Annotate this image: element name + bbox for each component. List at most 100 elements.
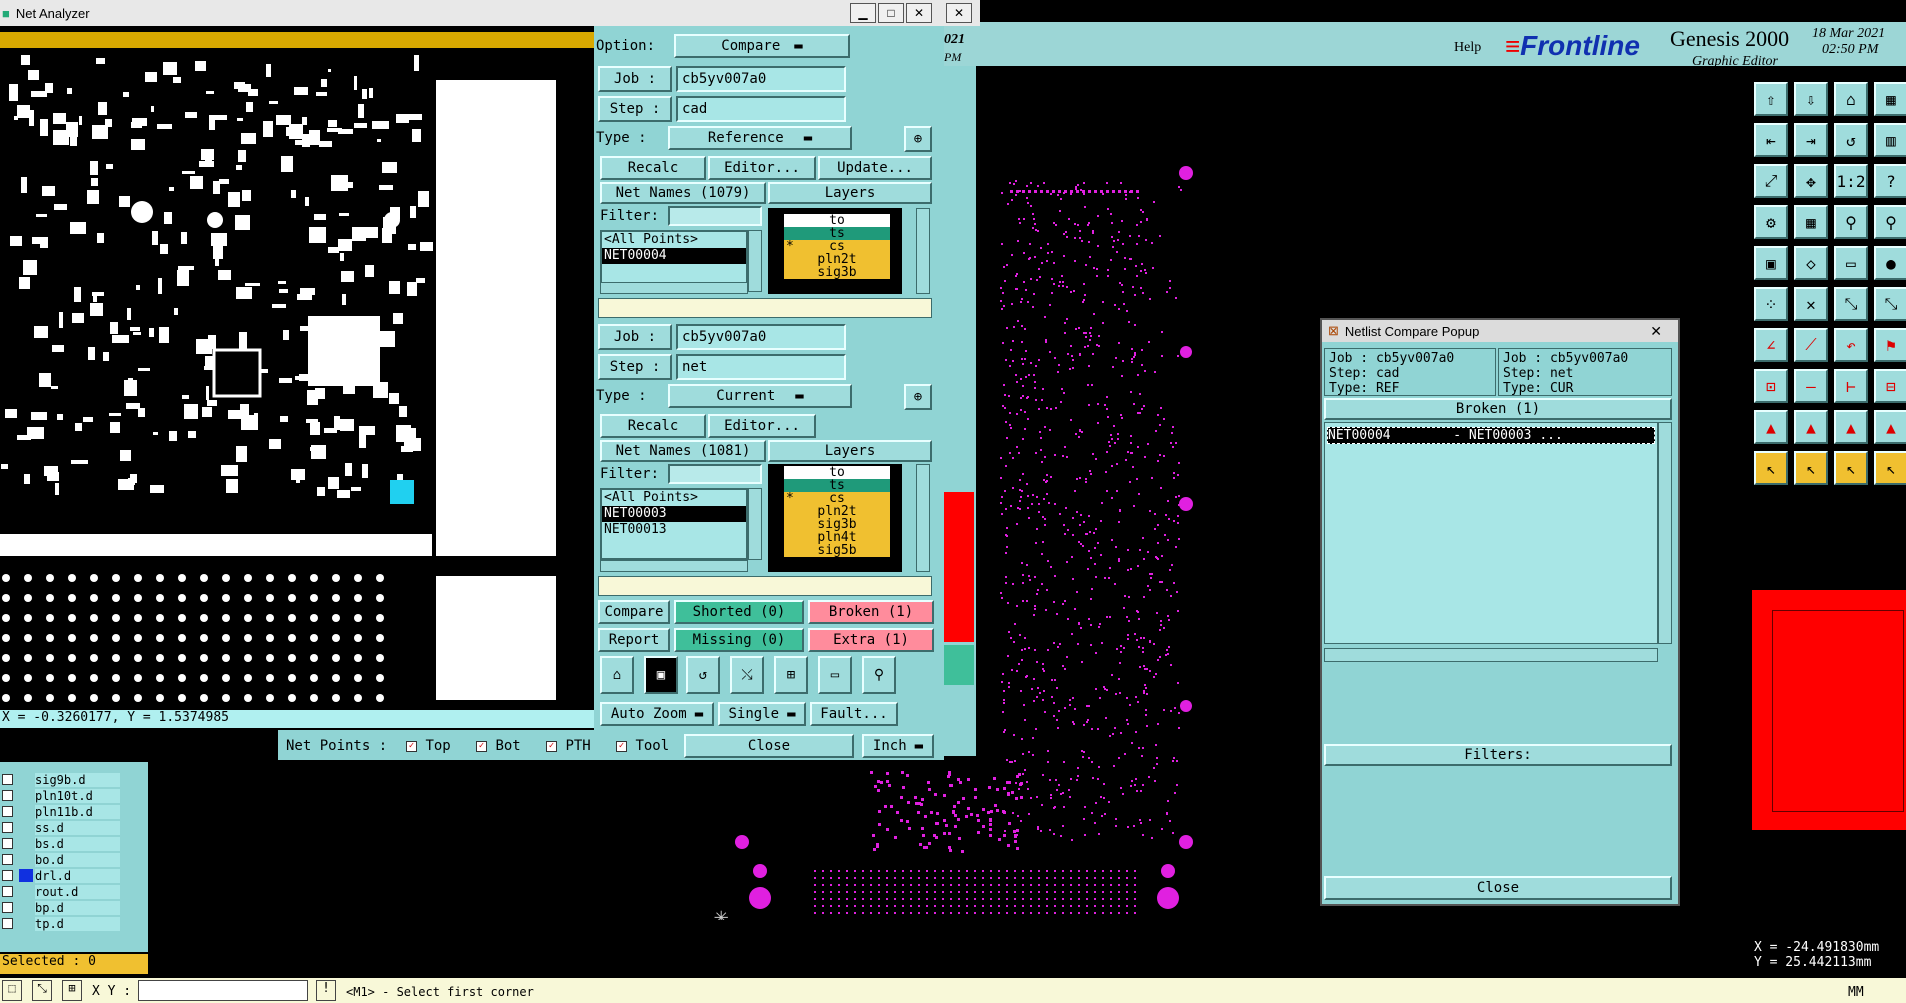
popup-close-button[interactable]: Close xyxy=(1324,876,1672,900)
maximize-button[interactable]: □ xyxy=(878,3,904,23)
cur-net-scroll[interactable] xyxy=(748,488,762,560)
toolbar-tool-icon[interactable]: ⚙ xyxy=(1754,205,1788,239)
toolbar-tool-icon[interactable]: ⊢ xyxy=(1834,369,1868,403)
report-button[interactable]: Report xyxy=(598,628,670,652)
net-list-item[interactable]: NET00004 xyxy=(602,248,746,264)
ref-step-field[interactable]: cad xyxy=(676,96,846,122)
toolbar-tool-icon[interactable]: ⇤ xyxy=(1754,123,1788,157)
toolbar-tool-icon[interactable]: ✥ xyxy=(1794,164,1828,198)
xy-input[interactable] xyxy=(138,980,308,1001)
probe-icon[interactable]: ⚲ xyxy=(862,656,896,694)
cur-hscroll[interactable] xyxy=(600,560,748,572)
toolbar-tool-icon[interactable]: — xyxy=(1794,369,1828,403)
toolbar-tool-icon[interactable]: ⤢ xyxy=(1754,164,1788,198)
status-icon-1[interactable]: ⬚ xyxy=(2,980,22,1001)
status-units[interactable]: MM xyxy=(1848,985,1864,1000)
status-icon-3[interactable]: ⊞ xyxy=(62,980,82,1001)
close-icon[interactable]: ✕ xyxy=(1650,323,1662,340)
undo-icon[interactable]: ↺ xyxy=(686,656,720,694)
fault-button[interactable]: Fault... xyxy=(810,702,898,726)
ref-recalc-button[interactable]: Recalc xyxy=(600,156,706,180)
popup-list[interactable]: NET00004 - NET00003 ... xyxy=(1324,422,1658,644)
missing-button[interactable]: Missing (0) xyxy=(674,628,804,652)
layer-list-item[interactable]: pln10t.d xyxy=(2,788,120,803)
toolbar-tool-icon[interactable]: ⚑ xyxy=(1874,328,1906,362)
genesis-help-menu[interactable]: Help xyxy=(1454,40,1481,56)
popup-vscroll[interactable] xyxy=(1658,422,1672,644)
ref-filter-input[interactable] xyxy=(668,206,762,226)
close-button[interactable]: Close xyxy=(684,734,854,758)
cur-type-dropdown[interactable]: Current ▬ xyxy=(668,384,852,408)
popup-list-row[interactable]: NET00004 - NET00003 ... xyxy=(1327,427,1655,444)
toolbar-tool-icon[interactable]: 1:2 xyxy=(1834,164,1868,198)
toolbar-tool-icon[interactable]: ? xyxy=(1874,164,1906,198)
cur-recalc-button[interactable]: Recalc xyxy=(600,414,706,438)
toolbar-tool-icon[interactable]: ↖ xyxy=(1754,451,1788,485)
toolbar-tool-icon[interactable]: ⤡ xyxy=(1874,287,1906,321)
option-dropdown[interactable]: Compare ▬ xyxy=(674,34,850,58)
net-list-item[interactable]: <All Points> xyxy=(602,490,746,506)
cur-layer-list[interactable]: to ts cs * pln2t sig3b pln4t sig5b xyxy=(768,464,902,572)
toolbar-tool-icon[interactable]: ∠ xyxy=(1754,328,1788,362)
toolbar-tool-icon[interactable]: ↖ xyxy=(1874,451,1906,485)
layer-list-item[interactable]: drl.d xyxy=(2,868,120,883)
ref-type-dropdown[interactable]: Reference ▬ xyxy=(668,126,852,150)
broken-button[interactable]: Broken (1) xyxy=(808,600,934,624)
layer-row[interactable]: sig5b xyxy=(784,544,890,557)
layer-list-item[interactable]: bs.d xyxy=(2,836,120,851)
layer-list-item[interactable]: bp.d xyxy=(2,900,120,915)
status-icon-2[interactable]: ⤡ xyxy=(32,980,52,1001)
toolbar-tool-icon[interactable]: ▥ xyxy=(1874,123,1906,157)
toolbar-tool-icon[interactable]: ⇧ xyxy=(1754,82,1788,116)
net-list-item[interactable]: <All Points> xyxy=(602,232,746,248)
toolbar-tool-icon[interactable]: ⁘ xyxy=(1754,287,1788,321)
toolbar-tool-icon[interactable]: ▲ xyxy=(1834,410,1868,444)
ref-job-field[interactable]: cb5yv007a0 xyxy=(676,66,846,92)
close-icon[interactable]: ✕ xyxy=(906,3,932,23)
warning-icon[interactable]: ! xyxy=(316,980,336,1001)
zoom-frame-icon[interactable]: ▣ xyxy=(644,656,678,694)
toolbar-tool-icon[interactable]: ↶ xyxy=(1834,328,1868,362)
toolbar-tool-icon[interactable]: ↖ xyxy=(1834,451,1868,485)
ref-layer-scroll[interactable] xyxy=(916,208,930,294)
toolbar-tool-icon[interactable]: ◇ xyxy=(1794,246,1828,280)
toolbar-tool-icon[interactable]: ● xyxy=(1874,246,1906,280)
net-points-check-bot[interactable]: ✓ Bot xyxy=(476,738,521,754)
units-dropdown[interactable]: Inch ▬ xyxy=(862,734,934,758)
single-dropdown[interactable]: Single ▬ xyxy=(718,702,806,726)
net-points-check-tool[interactable]: ✓ Tool xyxy=(616,738,669,754)
popup-hscroll[interactable] xyxy=(1324,648,1658,662)
toolbar-tool-icon[interactable]: ↖ xyxy=(1794,451,1828,485)
net-points-check-pth[interactable]: ✓ PTH xyxy=(546,738,591,754)
ref-editor-button[interactable]: Editor... xyxy=(708,156,816,180)
shorted-button[interactable]: Shorted (0) xyxy=(674,600,804,624)
ref-zoom-icon[interactable]: ⊕ xyxy=(904,126,932,152)
toolbar-tool-icon[interactable]: ⤡ xyxy=(1834,287,1868,321)
minimize-button[interactable]: ▁ xyxy=(850,3,876,23)
cur-net-list[interactable]: <All Points> NET00003 NET00013 xyxy=(600,488,748,560)
net-list-item[interactable]: NET00003 xyxy=(602,506,746,522)
toolbar-tool-icon[interactable]: ▦ xyxy=(1794,205,1828,239)
toolbar-tool-icon[interactable]: ⚲ xyxy=(1874,205,1906,239)
toolbar-tool-icon[interactable]: ⊡ xyxy=(1754,369,1788,403)
ref-net-scroll[interactable] xyxy=(748,230,762,292)
toolbar-tool-icon[interactable]: ⊟ xyxy=(1874,369,1906,403)
layer-list-item[interactable]: bo.d xyxy=(2,852,120,867)
grid-icon[interactable]: ⊞ xyxy=(774,656,808,694)
cur-step-field[interactable]: net xyxy=(676,354,846,380)
toolbar-tool-icon[interactable]: ▦ xyxy=(1874,82,1906,116)
toolbar-tool-icon[interactable]: ↺ xyxy=(1834,123,1868,157)
toolbar-tool-icon[interactable]: ▣ xyxy=(1754,246,1788,280)
net-points-check-top[interactable]: ✓ Top xyxy=(406,738,451,754)
auto-zoom-dropdown[interactable]: Auto Zoom ▬ xyxy=(600,702,714,726)
ref-update-button[interactable]: Update... xyxy=(818,156,932,180)
toolbar-tool-icon[interactable]: ▲ xyxy=(1794,410,1828,444)
cur-filter-input[interactable] xyxy=(668,464,762,484)
measure-icon[interactable]: ▭ xyxy=(818,656,852,694)
cur-layer-scroll[interactable] xyxy=(916,464,930,572)
layer-list-item[interactable]: rout.d xyxy=(2,884,120,899)
toolbar-tool-icon[interactable]: ▲ xyxy=(1874,410,1906,444)
layer-list-item[interactable]: ss.d xyxy=(2,820,120,835)
ref-hscroll[interactable] xyxy=(600,282,748,294)
home-icon[interactable]: ⌂ xyxy=(600,656,634,694)
